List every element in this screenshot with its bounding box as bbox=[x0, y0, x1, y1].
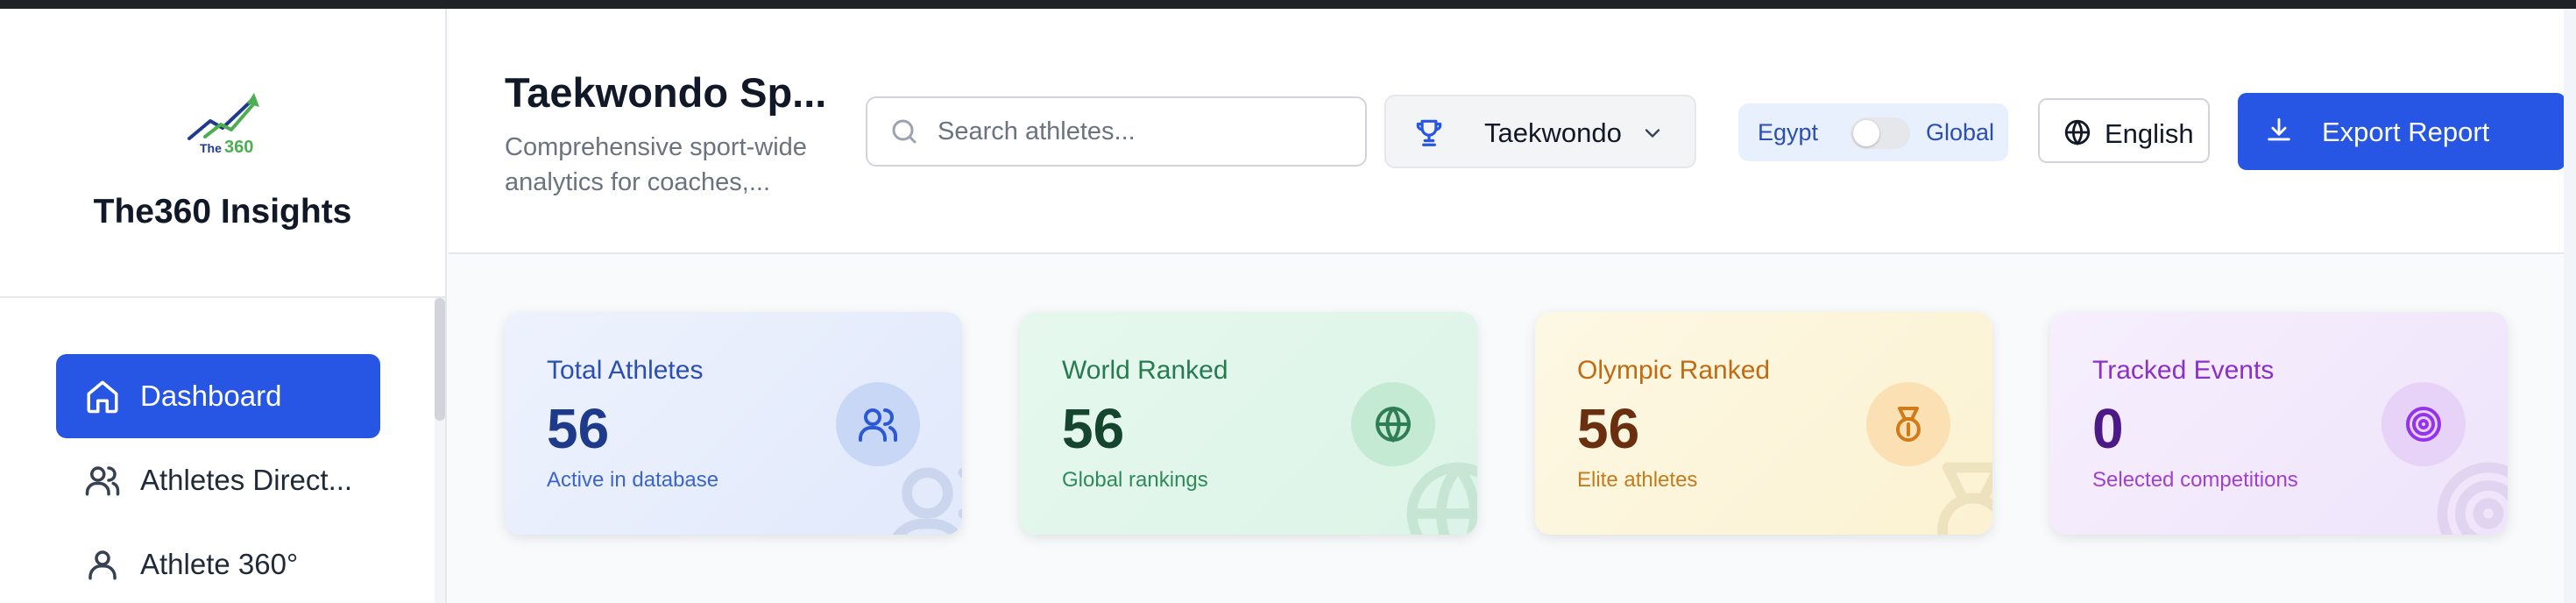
sidebar-item-label: Dashboard bbox=[140, 380, 282, 412]
switch-knob bbox=[1853, 120, 1879, 146]
window-top-bar bbox=[0, 0, 2576, 9]
stat-title: World Ranked bbox=[1062, 356, 1228, 385]
sidebar-item-athletes-directory[interactable]: Athletes Direct... bbox=[56, 438, 380, 522]
sidebar-scrollbar[interactable] bbox=[435, 298, 445, 421]
language-button[interactable]: English bbox=[2038, 98, 2210, 163]
stat-card-world-ranked: World Ranked 56 Global rankings bbox=[1020, 312, 1477, 535]
brand-area: The 360 The360 Insights bbox=[0, 9, 445, 298]
sidebar: The 360 The360 Insights Dashboard Athlet… bbox=[0, 9, 447, 603]
page-title: Taekwondo Sp... bbox=[505, 69, 827, 116]
sidebar-item-dashboard[interactable]: Dashboard bbox=[56, 354, 380, 438]
target-watermark-icon bbox=[2437, 462, 2508, 535]
stat-value: 0 bbox=[2092, 397, 2124, 460]
scope-switch[interactable] bbox=[1851, 117, 1910, 149]
export-report-button[interactable]: Export Report bbox=[2238, 93, 2565, 170]
brand-name: The360 Insights bbox=[93, 193, 352, 231]
scope-option-global[interactable]: Global bbox=[1926, 119, 1994, 146]
language-label: English bbox=[2105, 118, 2194, 149]
stat-title: Total Athletes bbox=[547, 356, 704, 385]
sidebar-item-label: Athletes Direct... bbox=[140, 464, 353, 496]
home-icon bbox=[84, 378, 121, 415]
main-scroll-track[interactable] bbox=[2564, 9, 2576, 603]
globe-icon bbox=[2064, 119, 2091, 145]
medal-watermark-icon bbox=[1937, 462, 1992, 535]
stat-card-tracked-events: Tracked Events 0 Selected competitions bbox=[2050, 312, 2508, 535]
stat-card-total-athletes: Total Athletes 56 Active in database bbox=[505, 312, 962, 535]
chevron-down-icon bbox=[1645, 129, 1660, 138]
user-icon bbox=[84, 546, 121, 583]
stat-title: Tracked Events bbox=[2092, 356, 2275, 385]
svg-text:The: The bbox=[200, 141, 222, 155]
sidebar-item-label: Athlete 360° bbox=[140, 548, 299, 580]
users-watermark-icon bbox=[892, 467, 962, 535]
stat-subtitle: Selected competitions bbox=[2092, 468, 2298, 492]
sidebar-item-athlete-360[interactable]: Athlete 360° bbox=[56, 522, 380, 603]
stat-card-olympic-ranked: Olympic Ranked 56 Elite athletes bbox=[1535, 312, 1992, 535]
page-subtitle: Comprehensive sport-wide analytics for c… bbox=[505, 133, 807, 196]
search-icon bbox=[892, 119, 916, 144]
page-header: Taekwondo Sp... Comprehensive sport-wide… bbox=[449, 9, 2565, 254]
stat-subtitle: Global rankings bbox=[1062, 468, 1208, 492]
search-input[interactable] bbox=[938, 110, 1349, 153]
stat-subtitle: Active in database bbox=[547, 468, 719, 492]
logo: The 360 bbox=[188, 93, 259, 156]
globe-watermark-icon bbox=[1406, 462, 1477, 535]
scope-option-egypt[interactable]: Egypt bbox=[1758, 119, 1818, 146]
stat-value: 56 bbox=[547, 397, 610, 460]
sport-select-value: Taekwondo bbox=[1484, 117, 1622, 148]
download-icon bbox=[2268, 117, 2290, 141]
stat-value: 56 bbox=[1577, 397, 1640, 460]
trophy-icon bbox=[1416, 119, 1442, 146]
stat-title: Olympic Ranked bbox=[1577, 356, 1771, 385]
svg-text:360: 360 bbox=[224, 138, 253, 156]
scope-toggle: Egypt Global bbox=[1738, 103, 2008, 161]
search-box[interactable] bbox=[866, 96, 1367, 167]
users-icon bbox=[84, 462, 121, 499]
stat-value: 56 bbox=[1062, 397, 1125, 460]
stat-subtitle: Elite athletes bbox=[1577, 468, 1698, 492]
sport-select[interactable]: Taekwondo bbox=[1384, 95, 1696, 168]
export-report-label: Export Report bbox=[2322, 117, 2490, 147]
